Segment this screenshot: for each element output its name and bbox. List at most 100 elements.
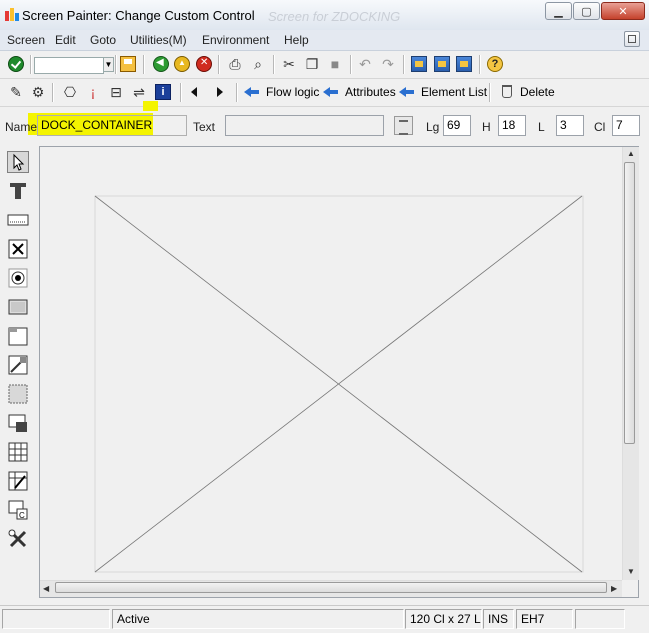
control-tools-icon[interactable] bbox=[7, 528, 29, 550]
exit-icon[interactable] bbox=[174, 56, 190, 72]
separator bbox=[489, 83, 491, 102]
title-bar: Screen Painter: Change Custom Control Sc… bbox=[0, 0, 649, 31]
lg-label: Lg bbox=[426, 120, 440, 134]
check-syntax-icon[interactable]: ¡ bbox=[85, 84, 101, 100]
separator bbox=[273, 55, 275, 74]
info-icon[interactable]: i bbox=[155, 84, 171, 100]
separator bbox=[52, 83, 54, 102]
close-button[interactable]: ✕ bbox=[601, 2, 645, 20]
text-field[interactable] bbox=[225, 115, 384, 136]
element-palette: C bbox=[0, 143, 38, 603]
h-label: H bbox=[482, 120, 491, 134]
status-mode[interactable]: INS bbox=[483, 609, 514, 629]
svg-text:C: C bbox=[19, 511, 25, 520]
previous-icon[interactable] bbox=[191, 87, 197, 97]
tabstrip-icon[interactable] bbox=[7, 383, 29, 405]
name-field[interactable]: DOCK_CONTAINER bbox=[37, 115, 187, 136]
h-field[interactable]: 18 bbox=[498, 115, 526, 136]
radio-button-icon[interactable] bbox=[7, 267, 29, 289]
cl-field[interactable]: 7 bbox=[612, 115, 640, 136]
l-field[interactable]: 3 bbox=[556, 115, 584, 136]
print-icon[interactable]: ⎙ bbox=[227, 56, 243, 72]
where-used-icon[interactable]: ⇌ bbox=[131, 84, 147, 100]
attributes-arrow-icon bbox=[323, 85, 339, 99]
status-server[interactable]: EH7 bbox=[516, 609, 573, 629]
separator bbox=[403, 55, 405, 74]
menu-utilities[interactable]: Utilities(M) bbox=[130, 33, 187, 47]
table-control-icon[interactable] bbox=[7, 412, 29, 434]
horizontal-scroll-thumb[interactable] bbox=[55, 582, 607, 593]
find-icon[interactable]: ⌕ bbox=[250, 56, 266, 72]
table-wizard-icon[interactable] bbox=[7, 441, 29, 463]
separator bbox=[115, 55, 117, 74]
separator bbox=[180, 83, 182, 102]
element-list-button[interactable]: Element List bbox=[421, 85, 487, 99]
display-change-icon[interactable]: ⚙ bbox=[30, 84, 46, 100]
separator bbox=[30, 55, 32, 74]
help-icon[interactable]: ? bbox=[487, 56, 503, 72]
checkbox-icon[interactable] bbox=[7, 238, 29, 260]
paste-icon[interactable]: ■ bbox=[327, 56, 343, 72]
pushbutton-icon[interactable] bbox=[7, 296, 29, 318]
enter-check-icon[interactable] bbox=[8, 56, 24, 72]
application-toolbar: ✎ ⚙ ⎔ ¡ ⊟ ⇌ i Flow logic Attributes Elem… bbox=[0, 79, 649, 107]
window-title: Screen Painter: Change Custom Control bbox=[22, 8, 255, 23]
cancel-icon[interactable] bbox=[196, 56, 212, 72]
hierarchy-icon[interactable]: ⎔ bbox=[62, 84, 78, 100]
back-icon[interactable] bbox=[153, 56, 169, 72]
command-field[interactable] bbox=[34, 57, 104, 74]
status-state: Active bbox=[112, 609, 404, 629]
layout-editor-canvas[interactable] bbox=[40, 147, 622, 580]
copy-icon[interactable]: ❐ bbox=[304, 56, 320, 72]
separator bbox=[236, 83, 238, 102]
sap-logo-icon bbox=[4, 6, 20, 22]
cl-label: Cl bbox=[594, 120, 606, 134]
menu-bar: Screen Edit Goto Utilities(M) Environmen… bbox=[0, 30, 649, 51]
generate-shortcut-icon[interactable] bbox=[434, 56, 450, 72]
vertical-scroll-thumb[interactable] bbox=[624, 162, 635, 444]
custom-control-icon[interactable] bbox=[7, 470, 29, 492]
trash-icon bbox=[502, 85, 512, 98]
delete-button[interactable]: Delete bbox=[520, 85, 555, 99]
lg-field[interactable]: 69 bbox=[443, 115, 471, 136]
redo-icon[interactable]: ↷ bbox=[380, 56, 396, 72]
custom-control-placeholder[interactable] bbox=[40, 147, 622, 580]
status-message bbox=[2, 609, 110, 629]
pointer-icon[interactable] bbox=[7, 151, 29, 173]
attributes-button[interactable]: Attributes bbox=[345, 85, 396, 99]
save-icon[interactable] bbox=[120, 56, 136, 72]
menu-screen[interactable]: Screen bbox=[7, 33, 45, 47]
menu-help[interactable]: Help bbox=[284, 33, 309, 47]
input-field-icon[interactable] bbox=[7, 209, 29, 231]
status-extra bbox=[575, 609, 625, 629]
flow-logic-arrow-icon bbox=[244, 85, 260, 99]
frame-icon[interactable] bbox=[7, 325, 29, 347]
background-window-title: Screen for ZDOCKING bbox=[268, 9, 401, 24]
menu-environment[interactable]: Environment bbox=[202, 33, 269, 47]
layout-menu-icon[interactable] bbox=[456, 56, 472, 72]
maximize-button[interactable]: ▢ bbox=[573, 2, 600, 20]
subscreen-icon[interactable] bbox=[7, 354, 29, 376]
pencil-icon[interactable]: ✎ bbox=[8, 84, 24, 100]
l-label: L bbox=[538, 120, 545, 134]
next-icon[interactable] bbox=[217, 87, 223, 97]
name-label: Name bbox=[5, 120, 38, 134]
create-session-icon[interactable] bbox=[411, 56, 427, 72]
menu-goto[interactable]: Goto bbox=[90, 33, 116, 47]
status-position: 120 Cl x 27 L bbox=[405, 609, 482, 629]
separator bbox=[350, 55, 352, 74]
text-field-icon[interactable] bbox=[7, 180, 29, 202]
undo-icon[interactable]: ↶ bbox=[357, 56, 373, 72]
dictionary-button[interactable] bbox=[394, 116, 413, 135]
menu-edit[interactable]: Edit bbox=[55, 33, 76, 47]
test-icon[interactable]: ⊟ bbox=[108, 84, 124, 100]
status-icon[interactable]: C bbox=[7, 499, 29, 521]
attribute-row: Name DOCK_CONTAINER Text Lg 69 H 18 L 3 … bbox=[0, 109, 649, 143]
separator bbox=[218, 55, 220, 74]
command-dropdown[interactable]: ▼ bbox=[103, 57, 114, 72]
separator bbox=[479, 55, 481, 74]
customize-layout-button[interactable] bbox=[624, 31, 640, 47]
flow-logic-button[interactable]: Flow logic bbox=[266, 85, 319, 99]
cut-icon[interactable]: ✂ bbox=[281, 56, 297, 72]
minimize-button[interactable]: ▁ bbox=[545, 2, 572, 20]
